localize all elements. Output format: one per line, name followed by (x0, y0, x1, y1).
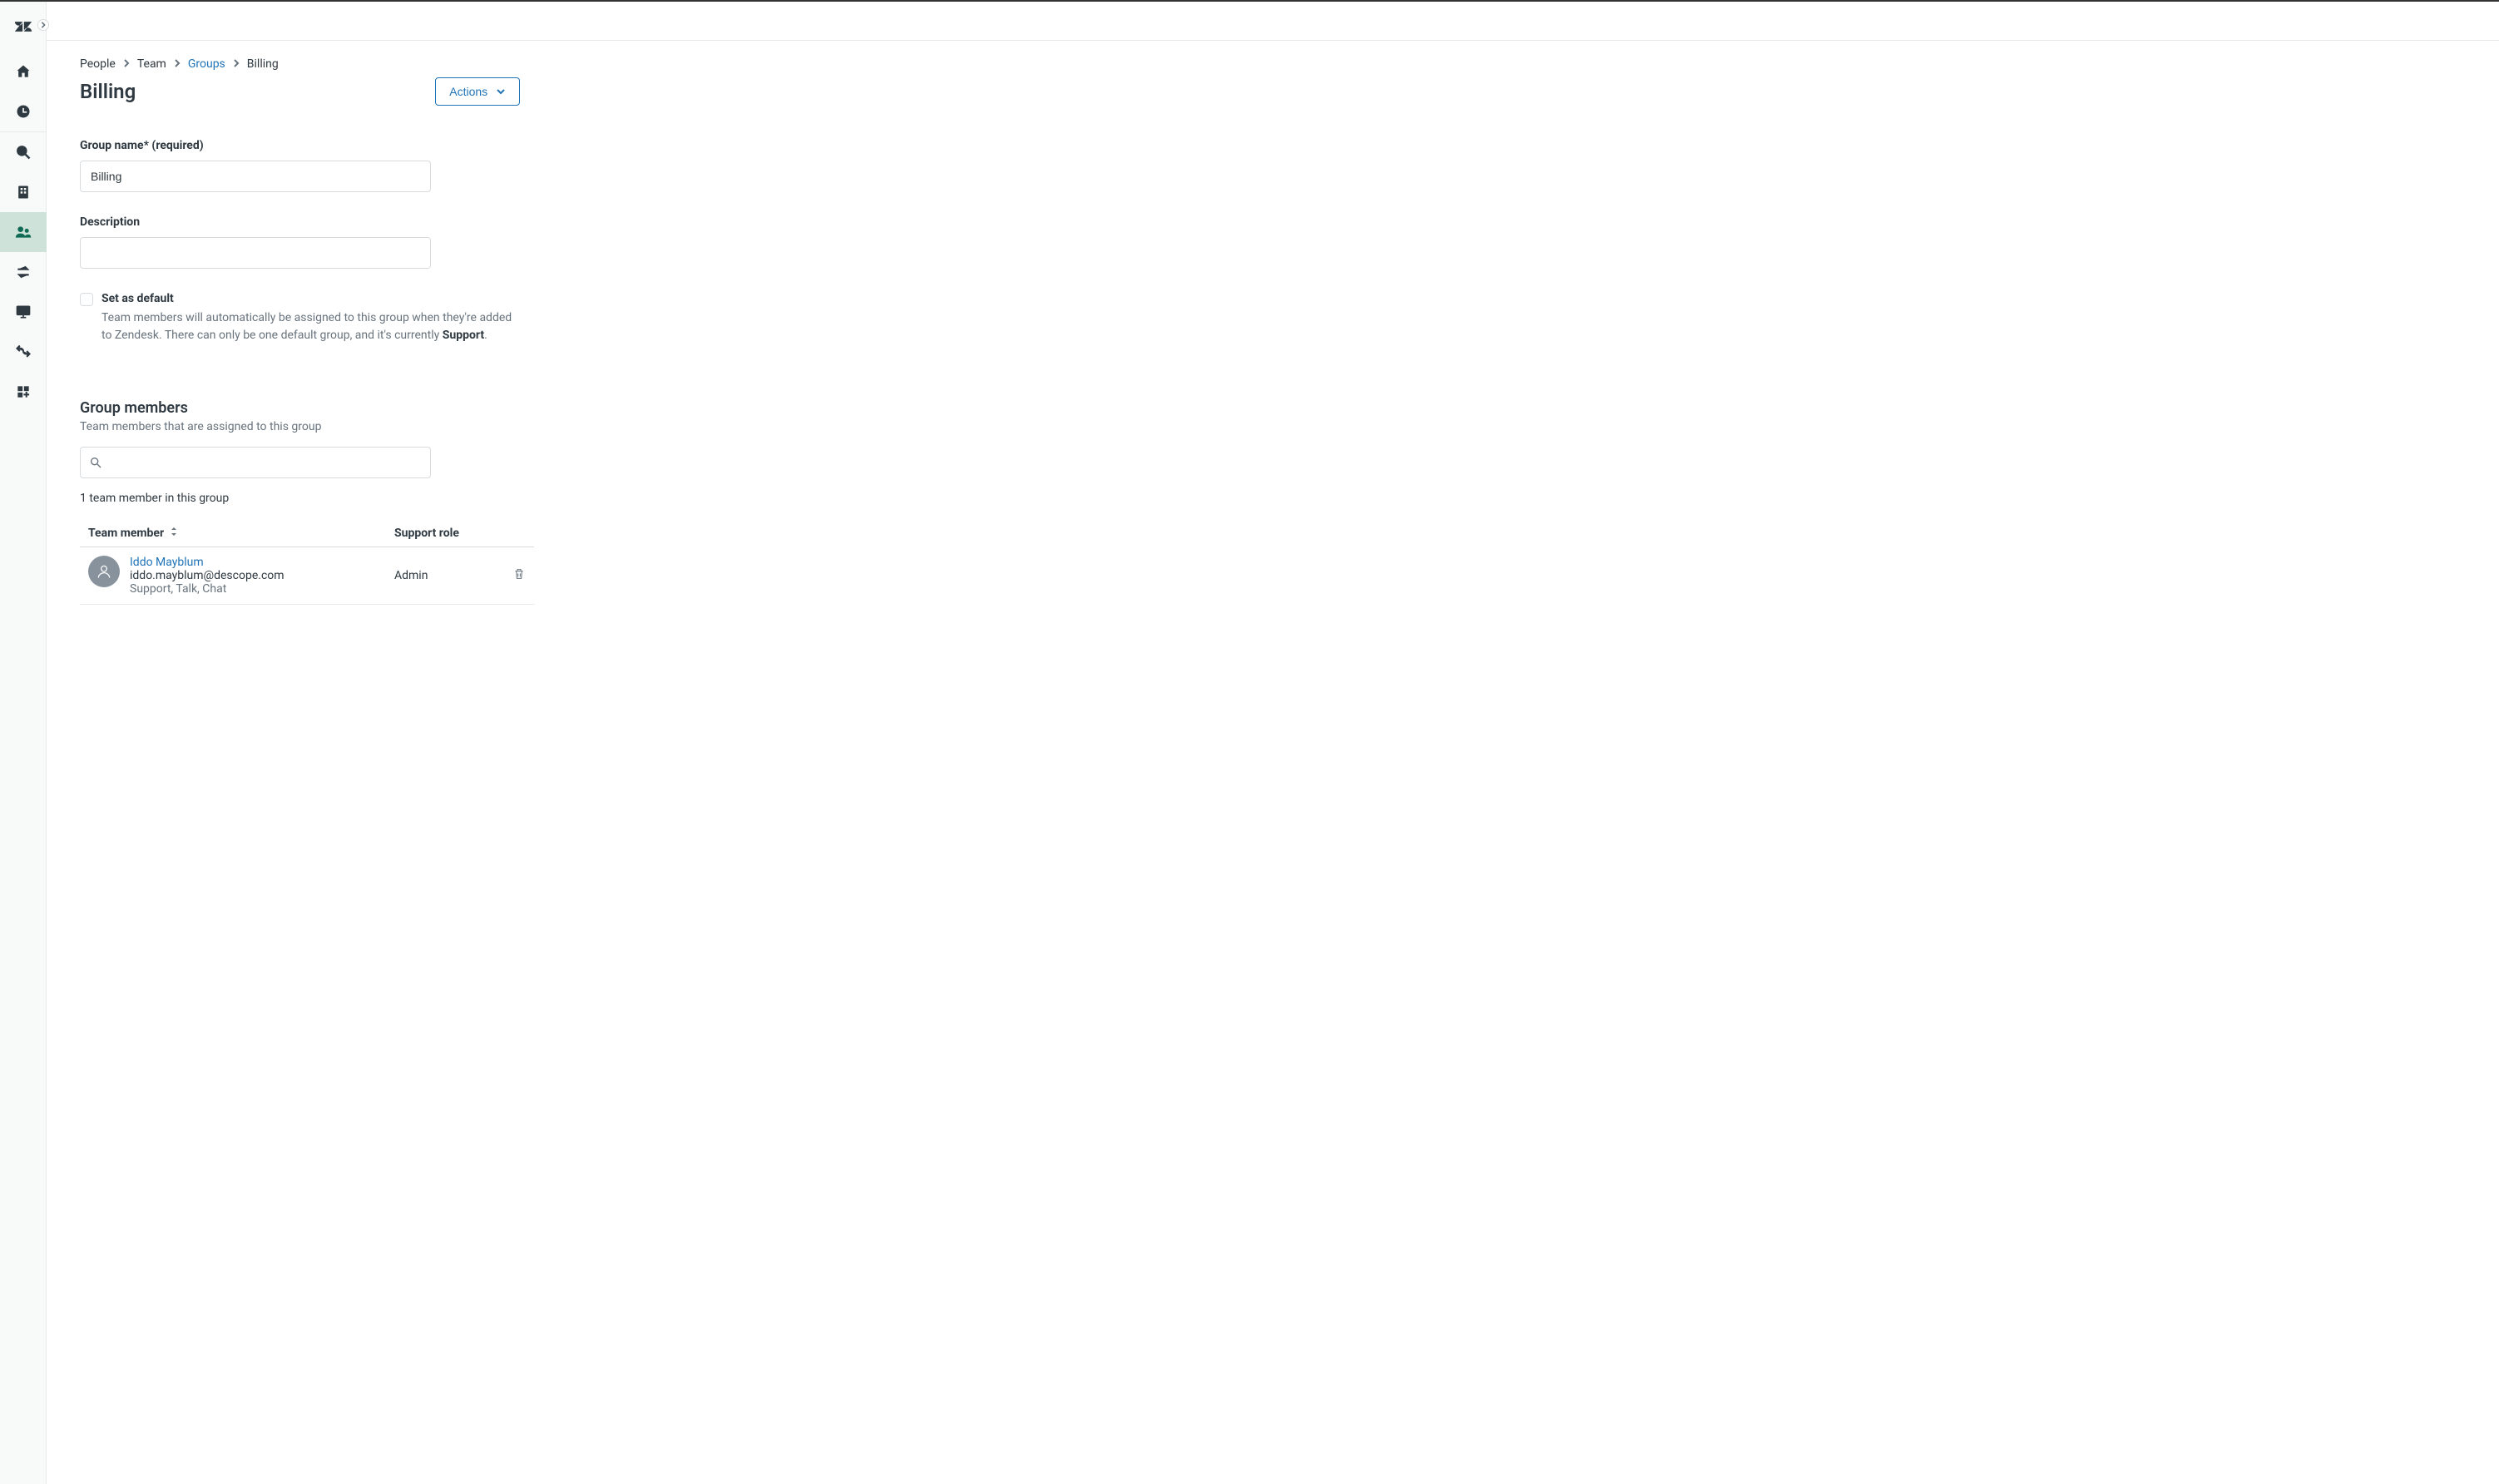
sidebar-transfer[interactable] (0, 252, 47, 292)
breadcrumb-people[interactable]: People (80, 57, 116, 71)
group-name-label: Group name* (required) (80, 139, 519, 152)
description-input[interactable] (80, 237, 431, 269)
search-icon (89, 456, 102, 469)
description-label: Description (80, 215, 519, 229)
chevron-down-icon (496, 87, 506, 96)
member-products: Support, Talk, Chat (130, 582, 394, 596)
member-search-input[interactable] (109, 456, 422, 469)
actions-label: Actions (449, 85, 487, 98)
sidebar-people[interactable] (0, 212, 47, 252)
chevron-right-icon (173, 57, 181, 71)
sidebar-office[interactable] (0, 172, 47, 212)
set-default-help: Team members will automatically be assig… (101, 309, 519, 344)
col-role-label: Support role (394, 527, 459, 540)
breadcrumb-groups[interactable]: Groups (188, 57, 225, 71)
help-strong: Support (443, 329, 484, 342)
member-search-wrap[interactable] (80, 447, 431, 478)
help-suffix: . (484, 329, 487, 342)
table-header: Team member Support role (80, 520, 534, 547)
members-section-title: Group members (80, 399, 519, 417)
set-default-checkbox[interactable] (80, 293, 93, 306)
delete-member-icon[interactable] (512, 567, 526, 584)
sidebar-search[interactable] (0, 132, 47, 172)
expand-sidebar-icon[interactable] (37, 19, 49, 31)
member-role: Admin (394, 569, 494, 582)
sidebar-recent[interactable] (0, 92, 47, 131)
member-name[interactable]: Iddo Mayblum (130, 556, 394, 569)
sidebar-apps[interactable] (0, 372, 47, 412)
chevron-right-icon (232, 57, 240, 71)
sidebar-home[interactable] (0, 52, 47, 92)
sidebar-nav (0, 2, 47, 1484)
page-title: Billing (80, 80, 136, 103)
main-content: People Team Groups Billing Billing Actio… (47, 40, 2499, 1484)
member-count: 1 team member in this group (80, 492, 519, 505)
zendesk-logo[interactable] (0, 10, 47, 43)
chevron-right-icon (122, 57, 131, 71)
actions-button[interactable]: Actions (435, 77, 520, 106)
col-member-header[interactable]: Team member (88, 527, 394, 540)
group-name-input[interactable] (80, 161, 431, 192)
sidebar-monitor[interactable] (0, 292, 47, 332)
table-row: Iddo Mayblum iddo.mayblum@descope.com Su… (80, 547, 534, 605)
members-section-subtitle: Team members that are assigned to this g… (80, 420, 519, 433)
breadcrumb: People Team Groups Billing (80, 57, 2466, 71)
sidebar-route[interactable] (0, 332, 47, 372)
member-email: iddo.mayblum@descope.com (130, 569, 394, 582)
breadcrumb-current: Billing (247, 57, 279, 71)
page-header: Billing Actions (80, 77, 2466, 106)
sort-icon (169, 527, 179, 540)
col-member-label: Team member (88, 527, 164, 540)
member-table: Team member Support role Iddo Mayblum (80, 520, 534, 605)
set-default-label: Set as default (101, 292, 174, 305)
breadcrumb-team[interactable]: Team (137, 57, 166, 71)
col-role-header[interactable]: Support role (394, 527, 494, 540)
avatar (88, 556, 120, 587)
